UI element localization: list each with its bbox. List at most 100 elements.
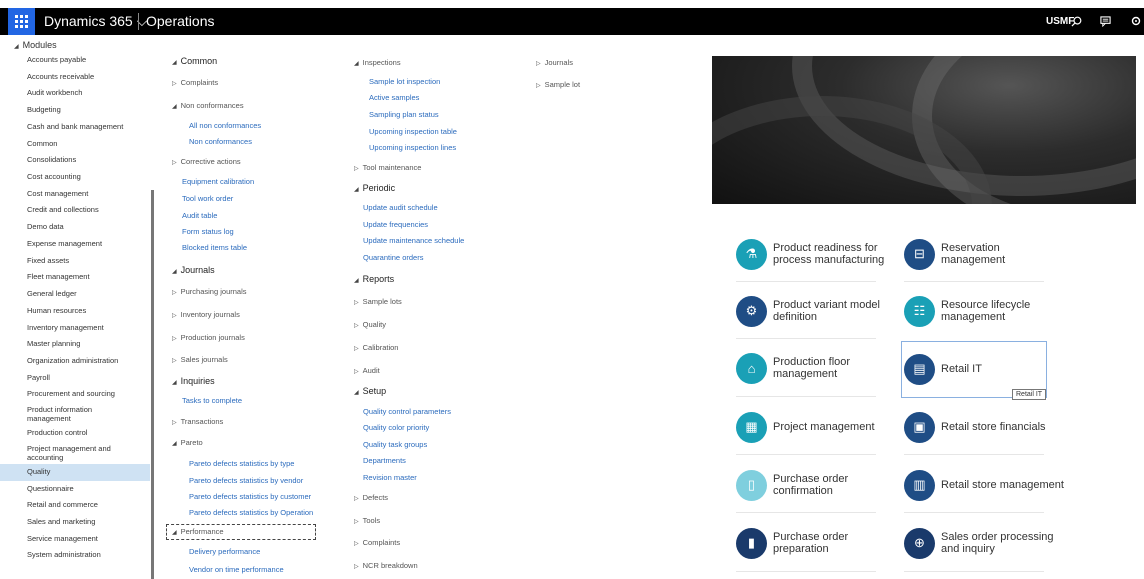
link-all-non-conformances[interactable]: All non conformances — [189, 121, 261, 130]
group-audit[interactable]: ▷ Audit — [354, 366, 380, 375]
group-complaints-setup[interactable]: ▷ Complaints — [354, 538, 400, 547]
sidebar-item-demo-data[interactable]: Demo data — [0, 219, 150, 236]
group-inspections[interactable]: ◢ Inspections — [354, 58, 401, 67]
group-complaints[interactable]: ▷ Complaints — [172, 78, 218, 87]
tile-resource-lifecycle[interactable]: ☷ Resource lifecycle management — [904, 291, 1064, 331]
sidebar-item-accounts-payable[interactable]: Accounts payable — [0, 52, 150, 69]
group-journals[interactable]: ◢ Journals — [172, 265, 215, 275]
link-delivery-performance[interactable]: Delivery performance — [189, 547, 260, 556]
group-tools[interactable]: ▷ Tools — [354, 516, 380, 525]
link-pareto-operation[interactable]: Pareto defects statistics by Operation — [189, 508, 313, 517]
tile-reservation-management[interactable]: ⊟ Reservation management — [904, 234, 1064, 274]
link-vendor-on-time-performance[interactable]: Vendor on time performance — [189, 565, 284, 574]
group-tool-maintenance[interactable]: ▷ Tool maintenance — [354, 163, 421, 172]
app-title[interactable]: Dynamics 365 ⌵ — [44, 8, 147, 35]
group-corrective-actions[interactable]: ▷ Corrective actions — [172, 157, 241, 166]
sidebar-item-inventory-management[interactable]: Inventory management — [0, 320, 150, 337]
link-update-maintenance-schedule[interactable]: Update maintenance schedule — [363, 236, 464, 245]
tile-production-floor[interactable]: ⌂ Production floor management — [736, 348, 896, 388]
tile-product-variant[interactable]: ⚙ Product variant model definition — [736, 291, 896, 331]
sidebar-item-sales-and-marketing[interactable]: Sales and marketing — [0, 514, 150, 531]
search-icon[interactable] — [1071, 8, 1082, 35]
sidebar-item-cost-accounting[interactable]: Cost accounting — [0, 169, 150, 186]
sidebar-item-consolidations[interactable]: Consolidations — [0, 152, 150, 169]
tile-retail-it[interactable]: ▤ Retail IT — [904, 349, 1064, 389]
sidebar-item-organization-administration[interactable]: Organization administration — [0, 353, 150, 370]
sidebar-item-project-management-and-accounting[interactable]: Project management and accounting — [0, 442, 150, 464]
sidebar-item-retail-and-commerce[interactable]: Retail and commerce — [0, 497, 150, 514]
sidebar-item-production-control[interactable]: Production control — [0, 425, 150, 442]
group-periodic[interactable]: ◢ Periodic — [354, 183, 395, 193]
link-update-audit-schedule[interactable]: Update audit schedule — [363, 203, 438, 212]
link-departments[interactable]: Departments — [363, 456, 406, 465]
sidebar-item-fleet-management[interactable]: Fleet management — [0, 269, 150, 286]
group-quality[interactable]: ▷ Quality — [354, 320, 386, 329]
modules-header[interactable]: ◢ Modules — [14, 40, 57, 50]
workspace-title[interactable]: Operations — [146, 8, 214, 35]
link-sample-lot-inspection[interactable]: Sample lot inspection — [369, 77, 440, 86]
group-setup[interactable]: ◢ Setup — [354, 386, 386, 396]
link-form-status-log[interactable]: Form status log — [182, 227, 234, 236]
group-pareto[interactable]: ◢ Pareto — [172, 438, 203, 447]
sidebar-item-common[interactable]: Common — [0, 136, 150, 153]
waffle-icon[interactable] — [8, 8, 35, 35]
tile-sales-order-processing[interactable]: ⊕ Sales order processing and inquiry — [904, 523, 1064, 563]
sidebar-item-budgeting[interactable]: Budgeting — [0, 102, 150, 119]
sidebar-item-service-management[interactable]: Service management — [0, 531, 150, 548]
group-transactions[interactable]: ▷ Transactions — [172, 417, 223, 426]
gear-icon[interactable] — [1130, 8, 1142, 35]
link-upcoming-inspection-table[interactable]: Upcoming inspection table — [369, 127, 457, 136]
group-non-conformances[interactable]: ◢ Non conformances — [172, 101, 244, 110]
sidebar-item-payroll[interactable]: Payroll — [0, 370, 150, 387]
link-equipment-calibration[interactable]: Equipment calibration — [182, 177, 254, 186]
link-pareto-type[interactable]: Pareto defects statistics by type — [189, 459, 294, 468]
group-reports[interactable]: ◢ Reports — [354, 274, 394, 284]
group-journals-col3[interactable]: ▷ Journals — [536, 58, 573, 67]
group-performance[interactable]: ◢ Performance — [172, 527, 224, 536]
sidebar-scrollbar[interactable] — [151, 190, 154, 579]
sidebar-item-human-resources[interactable]: Human resources — [0, 303, 150, 320]
link-tasks-to-complete[interactable]: Tasks to complete — [182, 396, 242, 405]
group-ncr-breakdown[interactable]: ▷ NCR breakdown — [354, 561, 418, 570]
link-revision-master[interactable]: Revision master — [363, 473, 417, 482]
sidebar-item-cost-management[interactable]: Cost management — [0, 186, 150, 203]
sidebar-item-credit-and-collections[interactable]: Credit and collections — [0, 202, 150, 219]
tile-purchase-order-confirmation[interactable]: ▯ Purchase order confirmation — [736, 465, 896, 505]
link-pareto-customer[interactable]: Pareto defects statistics by customer — [189, 492, 311, 501]
group-calibration[interactable]: ▷ Calibration — [354, 343, 398, 352]
tile-product-readiness[interactable]: ⚗ Product readiness for process manufact… — [736, 234, 896, 274]
sidebar-item-product-information-management[interactable]: Product information management — [0, 403, 150, 425]
group-sales-journals[interactable]: ▷ Sales journals — [172, 355, 228, 364]
group-inventory-journals[interactable]: ▷ Inventory journals — [172, 310, 240, 319]
link-active-samples[interactable]: Active samples — [369, 93, 419, 102]
sidebar-item-procurement-and-sourcing[interactable]: Procurement and sourcing — [0, 386, 150, 403]
tile-purchase-order-preparation[interactable]: ▮ Purchase order preparation — [736, 523, 896, 563]
message-icon[interactable] — [1100, 8, 1111, 35]
sidebar-item-system-administration[interactable]: System administration — [0, 547, 150, 564]
group-inquiries[interactable]: ◢ Inquiries — [172, 376, 215, 386]
link-non-conformances[interactable]: Non conformances — [189, 137, 252, 146]
sidebar-item-cash-and-bank-management[interactable]: Cash and bank management — [0, 119, 150, 136]
sidebar-item-audit-workbench[interactable]: Audit workbench — [0, 85, 150, 102]
tile-project-management[interactable]: ▦ Project management — [736, 407, 896, 447]
link-quality-color-priority[interactable]: Quality color priority — [363, 423, 429, 432]
link-tool-work-order[interactable]: Tool work order — [182, 194, 233, 203]
group-purchasing-journals[interactable]: ▷ Purchasing journals — [172, 287, 247, 296]
sidebar-item-fixed-assets[interactable]: Fixed assets — [0, 253, 150, 270]
link-quality-task-groups[interactable]: Quality task groups — [363, 440, 427, 449]
sidebar-item-general-ledger[interactable]: General ledger — [0, 286, 150, 303]
sidebar-item-quality[interactable]: Quality — [0, 463, 150, 481]
link-sampling-plan-status[interactable]: Sampling plan status — [369, 110, 439, 119]
group-sample-lots[interactable]: ▷ Sample lots — [354, 297, 402, 306]
link-quality-control-parameters[interactable]: Quality control parameters — [363, 407, 451, 416]
tile-retail-store-management[interactable]: ▥ Retail store management — [904, 465, 1064, 505]
link-blocked-items-table[interactable]: Blocked items table — [182, 243, 247, 252]
sidebar-item-accounts-receivable[interactable]: Accounts receivable — [0, 69, 150, 86]
group-common[interactable]: ◢ Common — [172, 56, 217, 66]
link-upcoming-inspection-lines[interactable]: Upcoming inspection lines — [369, 143, 456, 152]
sidebar-item-questionnaire[interactable]: Questionnaire — [0, 481, 150, 498]
sidebar-item-expense-management[interactable]: Expense management — [0, 236, 150, 253]
group-defects[interactable]: ▷ Defects — [354, 493, 388, 502]
sidebar-item-master-planning[interactable]: Master planning — [0, 336, 150, 353]
link-audit-table[interactable]: Audit table — [182, 211, 217, 220]
